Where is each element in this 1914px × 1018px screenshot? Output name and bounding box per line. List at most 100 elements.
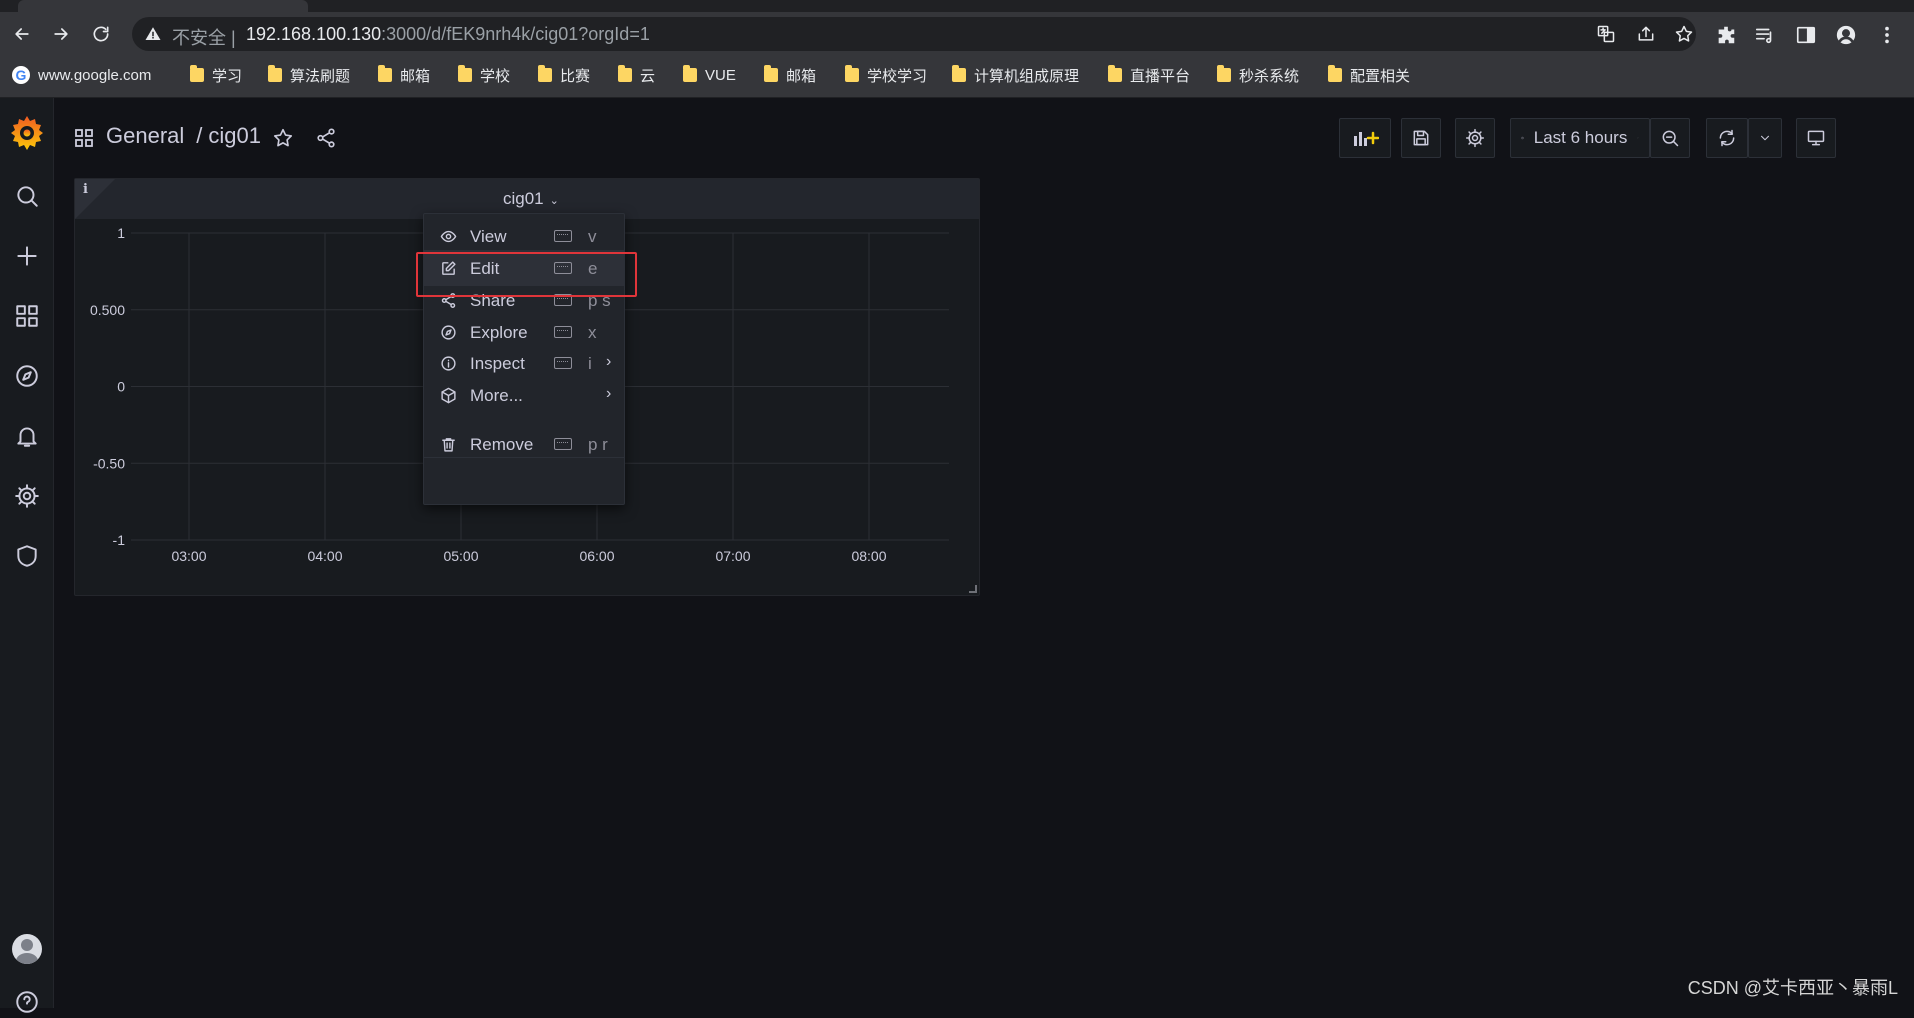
bookmark-folder[interactable]: VUE [683, 64, 736, 86]
share-icon[interactable] [315, 127, 337, 149]
chevron-down-icon [1760, 135, 1770, 141]
profile-icon[interactable] [1835, 24, 1857, 46]
add-panel-button[interactable] [1339, 118, 1391, 158]
side-panel-icon[interactable] [1795, 24, 1817, 46]
folder-icon [618, 65, 632, 82]
active-tab[interactable] [18, 0, 308, 12]
tab-strip [0, 0, 1914, 12]
bookmark-google[interactable]: Gwww.google.com [12, 64, 151, 86]
refresh-button[interactable] [1706, 118, 1748, 158]
menu-item-shortcut: p s [588, 291, 611, 310]
bookmark-folder[interactable]: 秒杀系统 [1217, 64, 1299, 86]
menu-item-label: Explore [470, 323, 528, 342]
folder-icon [458, 65, 472, 82]
chevron-down-icon [1637, 137, 1639, 139]
configuration-gear-icon[interactable] [11, 480, 43, 512]
save-dashboard-button[interactable] [1401, 118, 1441, 158]
chevron-right-icon: › [606, 385, 612, 402]
grafana-logo[interactable] [9, 114, 45, 150]
bookmark-folder[interactable]: 邮箱 [764, 64, 816, 86]
bookmark-folder[interactable]: 邮箱 [378, 64, 430, 86]
keyboard-icon [554, 438, 572, 450]
bookmark-folder[interactable]: 学校 [458, 64, 510, 86]
dashboard-settings-button[interactable] [1455, 118, 1495, 158]
bookmark-label: 直播平台 [1130, 67, 1191, 85]
menu-item-share[interactable]: Share p s [424, 282, 624, 318]
url-text[interactable]: 192.168.100.130:3000/d/fEK9nrh4k/cig01?o… [246, 24, 650, 45]
dashboards-icon[interactable] [11, 300, 43, 332]
panel-resize-handle[interactable] [969, 585, 977, 593]
grafana-sidebar [0, 98, 54, 1013]
zoom-out-button[interactable] [1650, 118, 1690, 158]
refresh-interval-dropdown[interactable] [1748, 118, 1782, 158]
folder-icon [1328, 65, 1342, 82]
info-circle-icon [440, 355, 457, 372]
alerting-bell-icon[interactable] [11, 420, 43, 452]
zoom-out-icon [1662, 130, 1679, 147]
watermark: CSDN @艾卡西亚丶暴雨L [1687, 978, 1898, 998]
panel-title[interactable]: cig01 ⌄ [503, 189, 559, 209]
x-tick-label: 05:00 [443, 548, 478, 564]
x-tick-label: 07:00 [715, 548, 750, 564]
bookmark-folder[interactable]: 学校学习 [845, 64, 927, 86]
translate-icon[interactable] [1596, 24, 1616, 44]
browser-chrome: 不安全 | 192.168.100.130:3000/d/fEK9nrh4k/c… [0, 0, 1914, 98]
menu-item-label: Share [470, 291, 516, 310]
menu-item-view[interactable]: View v [424, 218, 624, 254]
reload-button[interactable] [87, 20, 115, 48]
search-icon[interactable] [11, 180, 43, 212]
time-range-picker[interactable]: Last 6 hours [1510, 118, 1650, 158]
bookmark-folder[interactable]: 比赛 [538, 64, 590, 86]
y-tick-label: 0 [117, 379, 125, 395]
url-path: :3000/d/fEK9nrh4k/cig01?orgId=1 [381, 24, 650, 44]
y-tick-label: -0.50 [93, 455, 125, 471]
keyboard-icon [554, 262, 572, 274]
cycle-view-mode-button[interactable] [1796, 118, 1836, 158]
dashboard-title[interactable]: cig01 [208, 123, 261, 148]
share-page-icon[interactable] [1636, 24, 1656, 44]
extensions-icon[interactable] [1715, 24, 1737, 46]
refresh-icon [1719, 129, 1735, 147]
menu-item-label: Edit [470, 259, 500, 278]
explore-compass-icon[interactable] [11, 360, 43, 392]
bookmark-star-icon[interactable] [1674, 24, 1694, 44]
server-admin-shield-icon[interactable] [11, 540, 43, 572]
bookmark-label: 配置相关 [1350, 67, 1411, 85]
url-host: 192.168.100.130 [246, 24, 382, 44]
create-plus-icon[interactable] [11, 240, 43, 272]
security-indicator[interactable]: 不安全 | [172, 24, 236, 50]
bookmark-folder[interactable]: 算法刷题 [268, 64, 350, 86]
google-icon: G [12, 66, 30, 84]
bookmark-folder[interactable]: 直播平台 [1108, 64, 1190, 86]
reload-icon [93, 26, 109, 42]
menu-item-more[interactable]: More... › [424, 377, 624, 413]
media-control-icon[interactable] [1754, 24, 1776, 46]
browser-toolbar: 不安全 | 192.168.100.130:3000/d/fEK9nrh4k/c… [0, 12, 1914, 56]
chevron-right-icon: › [606, 353, 612, 370]
help-icon[interactable] [11, 986, 43, 1018]
back-button[interactable] [8, 20, 36, 48]
bookmark-folder[interactable]: 计算机组成原理 [952, 64, 1079, 86]
more-vertical-icon[interactable] [1876, 24, 1898, 46]
folder-icon [764, 65, 778, 82]
folder-icon [378, 65, 392, 82]
breadcrumb-folder[interactable]: General [106, 123, 184, 148]
bookmark-label: 邮箱 [400, 67, 431, 85]
dashboard-header: General / cig01 Last 6 hours [54, 98, 1914, 178]
user-avatar[interactable] [12, 934, 42, 964]
panel-title-text: cig01 [503, 189, 544, 208]
add-panel-icon [1354, 131, 1379, 146]
menu-item-edit[interactable]: Edit e [424, 250, 624, 286]
info-icon: i [83, 182, 88, 197]
menu-item-inspect[interactable]: Inspect i › [424, 345, 624, 381]
bookmark-folder[interactable]: 学习 [190, 64, 242, 86]
bookmark-folder[interactable]: 配置相关 [1328, 64, 1410, 86]
forward-button[interactable] [47, 20, 75, 48]
panel-info-corner[interactable]: i [75, 179, 115, 219]
arrow-left-icon [15, 28, 29, 40]
chevron-down-icon: ⌄ [549, 195, 559, 207]
star-icon[interactable] [272, 127, 294, 149]
bookmark-folder[interactable]: 云 [618, 64, 655, 86]
address-bar[interactable]: 不安全 | 192.168.100.130:3000/d/fEK9nrh4k/c… [132, 17, 1696, 51]
time-range-label: Last 6 hours [1533, 128, 1628, 147]
